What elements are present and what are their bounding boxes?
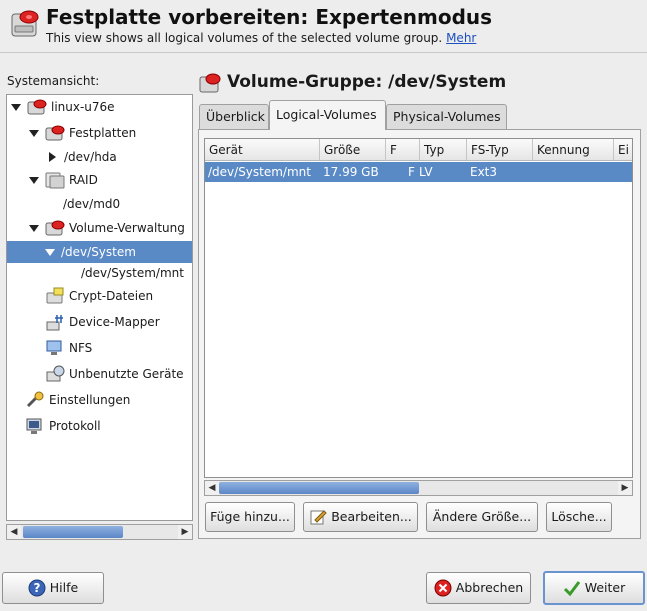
column-header-groesse[interactable]: Größe (320, 139, 386, 161)
resize-button[interactable]: Ändere Größe... (426, 502, 538, 532)
column-header-fs-typ[interactable]: FS-Typ (467, 139, 533, 161)
tab-logical-volumes[interactable]: Logical-Volumes (269, 100, 386, 130)
scroll-left-icon[interactable]: ◀ (7, 525, 21, 539)
tree-item-label: Einstellungen (49, 393, 131, 407)
expander-open-icon[interactable] (29, 224, 39, 232)
add-button[interactable]: Füge hinzu... (205, 502, 295, 532)
checkmark-icon (563, 581, 580, 597)
unused-devices-icon (46, 365, 65, 382)
expander-open-icon[interactable] (11, 103, 21, 111)
page-subtitle: This view shows all logical volumes of t… (46, 31, 476, 45)
scroll-right-icon[interactable]: ▶ (178, 525, 192, 539)
tree-item-festplatten[interactable]: Festplatten (7, 122, 192, 144)
expander-closed-icon[interactable] (49, 152, 56, 162)
disk-red-icon (45, 220, 65, 236)
tree-item-device-mapper[interactable]: Device-Mapper (7, 311, 192, 333)
tree-item-einstellungen[interactable]: Einstellungen (7, 389, 192, 411)
expander-open-icon[interactable] (29, 176, 39, 184)
delete-button[interactable]: Lösche... (546, 502, 612, 532)
volume-group-icon (199, 73, 221, 93)
more-link[interactable]: Mehr (446, 31, 476, 45)
column-header-geraet[interactable]: Gerät (205, 139, 320, 161)
scroll-left-icon[interactable]: ◀ (205, 481, 219, 495)
settings-icon (26, 391, 44, 408)
scrollbar-thumb[interactable] (219, 482, 419, 494)
tree-item-label: NFS (69, 341, 93, 355)
tree-item-crypt-dateien[interactable]: Crypt-Dateien (7, 285, 192, 307)
tab-ueberblick[interactable]: Überblick (199, 104, 269, 129)
table-row[interactable]: /dev/System/mnt 17.99 GB F LV Ext3 (205, 162, 632, 182)
scrollbar-thumb[interactable] (23, 526, 123, 538)
tree-item-label: Crypt-Dateien (69, 289, 154, 303)
tree-item-label: Protokoll (49, 419, 101, 433)
tree-item-label: linux-u76e (51, 100, 115, 114)
column-header-typ[interactable]: Typ (420, 139, 467, 161)
tree-item-label: /dev/System (61, 245, 136, 259)
disk-red-icon (45, 125, 65, 141)
raid-icon (45, 172, 65, 189)
tree-item-label: Festplatten (69, 126, 137, 140)
nfs-icon (46, 340, 62, 355)
tree-item-label: /dev/md0 (63, 197, 121, 211)
tree-item-dev-md0[interactable]: /dev/md0 (7, 193, 192, 215)
tree-item-linux-u76e[interactable]: linux-u76e (7, 96, 192, 118)
expander-open-icon[interactable] (29, 129, 39, 137)
tree-item-label: /dev/System/mnt (81, 266, 184, 280)
header-divider (0, 52, 647, 53)
crypt-icon (46, 287, 64, 304)
help-button[interactable]: ? Hilfe (2, 572, 104, 604)
subtitle-text: This view shows all logical volumes of t… (46, 31, 443, 45)
tree-item-label: Volume-Verwaltung (69, 221, 185, 235)
cell-fs-type: Ext3 (470, 165, 498, 179)
table-horizontal-scrollbar[interactable]: ◀ ▶ (204, 480, 633, 496)
tree-item-nfs[interactable]: NFS (7, 337, 192, 359)
scroll-right-icon[interactable]: ▶ (618, 481, 632, 495)
edit-icon (310, 510, 327, 525)
tree-horizontal-scrollbar[interactable]: ◀ ▶ (6, 524, 193, 540)
tree-item-dev-hda[interactable]: /dev/hda (7, 146, 192, 168)
tree-item-label: /dev/hda (64, 150, 117, 164)
tree-item-dev-system-mnt[interactable]: /dev/System/mnt (7, 262, 192, 284)
tree-item-label: Unbenutzte Geräte (69, 367, 184, 381)
disk-icon (11, 10, 39, 37)
tree-item-unbenutzte-geraete[interactable]: Unbenutzte Geräte (7, 363, 192, 385)
column-header-kennung[interactable]: Kennung (533, 139, 614, 161)
next-button[interactable]: Weiter (543, 571, 645, 605)
cell-device: /dev/System/mnt (208, 165, 311, 179)
logical-volumes-table[interactable]: Gerät Größe F Typ FS-Typ Kennung Ei /dev… (204, 138, 633, 478)
device-mapper-icon (46, 315, 63, 331)
column-header-f[interactable]: F (386, 139, 420, 161)
expander-open-icon[interactable] (45, 248, 55, 256)
cell-type: LV (419, 165, 433, 179)
help-icon: ? (28, 579, 46, 597)
log-icon (26, 418, 42, 434)
tree-item-label: Device-Mapper (69, 315, 160, 329)
cancel-button[interactable]: Abbrechen (426, 572, 531, 604)
disk-red-icon (27, 99, 47, 115)
tab-physical-volumes[interactable]: Physical-Volumes (386, 104, 507, 129)
tree-item-dev-system[interactable]: /dev/System (7, 241, 192, 263)
system-view-label: Systemansicht: (7, 74, 100, 88)
page-title: Festplatte vorbereiten: Expertenmodus (46, 5, 493, 29)
tree-item-raid[interactable]: RAID (7, 169, 192, 191)
system-tree[interactable]: linux-u76e Festplatten /dev/hda RAID /de… (6, 94, 193, 521)
edit-button[interactable]: Bearbeiten... (303, 502, 418, 532)
tree-item-protokoll[interactable]: Protokoll (7, 415, 192, 437)
cell-size: 17.99 GB (323, 165, 379, 179)
cancel-icon (434, 579, 452, 597)
volume-group-title: Volume-Gruppe: /dev/System (227, 72, 507, 92)
column-header-ei[interactable]: Ei (614, 139, 632, 161)
svg-text:?: ? (33, 581, 40, 595)
tree-item-label: RAID (69, 173, 98, 187)
tree-item-volume-verwaltung[interactable]: Volume-Verwaltung (7, 217, 192, 239)
